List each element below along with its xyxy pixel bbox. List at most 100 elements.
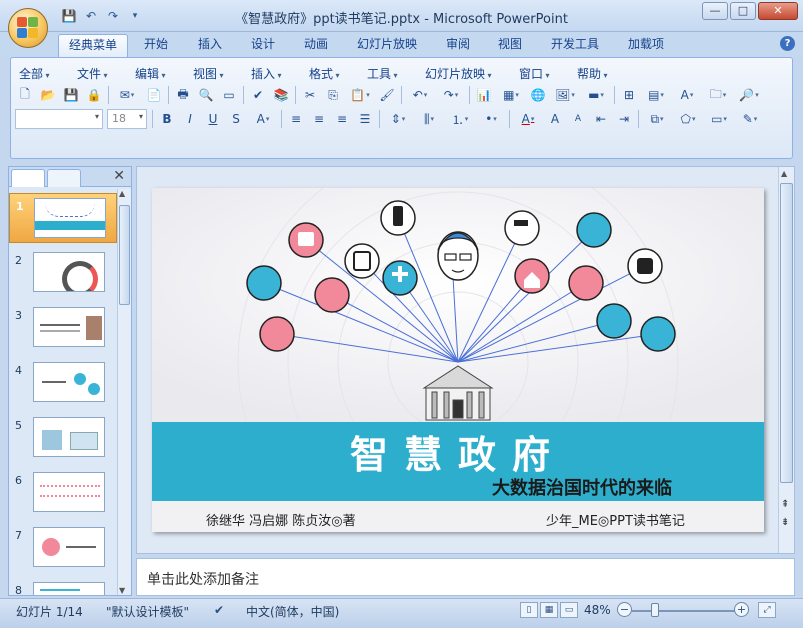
shape-fill-icon[interactable]: ▭	[705, 109, 733, 129]
research-icon[interactable]: 📚	[271, 85, 291, 105]
menu-all[interactable]: 全部	[19, 65, 50, 82]
slideshow-view-button[interactable]: ▭	[560, 602, 578, 618]
spellcheck-icon[interactable]: ✔	[214, 603, 224, 617]
slide-scrollbar[interactable]: ▲ ⇞ ⇟	[778, 167, 794, 553]
tab-outline[interactable]	[47, 169, 81, 187]
format-painter-icon[interactable]: 🖌	[377, 85, 397, 105]
print-preview-icon[interactable]: 🔍	[196, 85, 216, 105]
help-icon[interactable]: ?	[780, 36, 795, 51]
zoom-slider-track[interactable]	[632, 610, 736, 612]
slide-canvas[interactable]: 智慧政府 大数据治国时代的来临 徐继华 冯启娜 陈贞汝◎著 少年_ME◎PPT读…	[152, 188, 764, 532]
font-size-combo[interactable]: 18	[107, 109, 147, 129]
menu-file[interactable]: 文件	[77, 65, 108, 82]
copy-icon[interactable]: ⎘	[323, 85, 343, 105]
paste-icon[interactable]: 📋	[346, 85, 374, 105]
menu-help[interactable]: 帮助	[577, 65, 608, 82]
notes-pane[interactable]: 单击此处添加备注	[136, 558, 795, 596]
color-grayscale-icon[interactable]: ▬	[582, 85, 610, 105]
slide-layout-icon[interactable]: ▭	[219, 85, 239, 105]
slide-sorter-button[interactable]: ▦	[540, 602, 558, 618]
slide-thumbnail-4[interactable]: 4	[9, 358, 117, 408]
minimize-button[interactable]: —	[702, 2, 728, 20]
shadow-button[interactable]: S	[226, 109, 246, 129]
layout-icon[interactable]: ▤	[642, 85, 670, 105]
maximize-button[interactable]: □	[730, 2, 756, 20]
next-slide-icon[interactable]: ⇟	[781, 517, 789, 528]
picture-icon[interactable]: 🖼	[551, 85, 579, 105]
slide-authors[interactable]: 徐继华 冯启娜 陈贞汝◎著	[206, 510, 356, 529]
increase-indent-icon[interactable]: ⇥	[614, 109, 634, 129]
thumbnail-scrollbar[interactable]: ▲ ▼	[117, 189, 131, 595]
zoom-out-button[interactable]: −	[617, 602, 632, 617]
tab-view[interactable]: 视图	[488, 34, 532, 57]
close-panel-icon[interactable]: ✕	[113, 168, 125, 184]
columns-icon[interactable]: ⫼	[415, 109, 443, 129]
new-document-icon[interactable]: 🗋	[15, 85, 35, 105]
language-status[interactable]: 中文(简体，中国)	[246, 603, 339, 620]
slide-thumbnail-2[interactable]: 2	[9, 248, 117, 298]
font-color-icon[interactable]: A	[514, 109, 542, 129]
slide-thumbnail-5[interactable]: 5	[9, 413, 117, 463]
slide-title[interactable]: 智慧政府	[152, 424, 764, 479]
cut-icon[interactable]: ✂	[300, 85, 320, 105]
slide-thumbnail-3[interactable]: 3	[9, 303, 117, 353]
slide-thumbnail-1[interactable]: 1	[9, 193, 117, 243]
spelling-icon[interactable]: ✔	[248, 85, 268, 105]
redo-icon[interactable]: ↷	[437, 85, 465, 105]
character-spacing-button[interactable]: A	[249, 109, 277, 129]
undo-icon[interactable]: ↶	[406, 85, 434, 105]
tab-review[interactable]: 审阅	[436, 34, 480, 57]
italic-button[interactable]: I	[180, 109, 200, 129]
slide-thumbnail-7[interactable]: 7	[9, 523, 117, 573]
slide-thumbnail-8[interactable]: 8	[9, 578, 117, 595]
shapes-icon[interactable]: ⬠	[674, 109, 702, 129]
scroll-thumb[interactable]	[119, 205, 130, 305]
menu-tools[interactable]: 工具	[367, 65, 398, 82]
print-icon[interactable]: 🖶	[173, 85, 193, 105]
close-button[interactable]: ✕	[758, 2, 798, 20]
hyperlink-icon[interactable]: 🌐	[528, 85, 548, 105]
bold-button[interactable]: B	[157, 109, 177, 129]
underline-button[interactable]: U	[203, 109, 223, 129]
slide-credit[interactable]: 少年_ME◎PPT读书笔记	[546, 510, 685, 529]
chart-icon[interactable]: 📊	[474, 85, 494, 105]
menu-window[interactable]: 窗口	[519, 65, 550, 82]
menu-view[interactable]: 视图	[193, 65, 224, 82]
align-left-icon[interactable]: ≡	[286, 109, 306, 129]
tab-slides[interactable]	[11, 169, 45, 187]
fit-to-window-button[interactable]: ⤢	[758, 602, 776, 618]
shrink-font-icon[interactable]: A	[568, 109, 588, 129]
menu-edit[interactable]: 编辑	[135, 65, 166, 82]
align-center-icon[interactable]: ≡	[309, 109, 329, 129]
folder-icon[interactable]: 🗀	[704, 85, 732, 105]
find-icon[interactable]: 🔎	[735, 85, 763, 105]
tab-home[interactable]: 开始	[134, 34, 178, 57]
grow-font-icon[interactable]: A	[545, 109, 565, 129]
numbering-icon[interactable]: ⒈	[446, 109, 474, 129]
menu-format[interactable]: 格式	[309, 65, 340, 82]
new-slide-icon[interactable]: ⊞	[619, 85, 639, 105]
previous-slide-icon[interactable]: ⇞	[781, 499, 789, 510]
publish-icon[interactable]: 📄	[144, 85, 164, 105]
tab-classic-menu[interactable]: 经典菜单	[58, 34, 129, 57]
font-name-combo[interactable]	[15, 109, 103, 129]
tab-insert[interactable]: 插入	[188, 34, 232, 57]
decrease-indent-icon[interactable]: ⇤	[591, 109, 611, 129]
tab-addins[interactable]: 加载项	[618, 34, 674, 57]
text-direction-icon[interactable]: ⇕	[384, 109, 412, 129]
save-icon[interactable]: 💾	[61, 85, 81, 105]
menu-slideshow[interactable]: 幻灯片放映	[425, 65, 492, 82]
table-icon[interactable]: ▦	[497, 85, 525, 105]
zoom-in-button[interactable]: +	[734, 602, 749, 617]
scroll-thumb[interactable]	[780, 183, 793, 483]
tab-slideshow[interactable]: 幻灯片放映	[347, 34, 427, 57]
bullets-icon[interactable]: •	[477, 109, 505, 129]
tab-animation[interactable]: 动画	[294, 34, 338, 57]
office-button[interactable]	[8, 8, 48, 48]
justify-icon[interactable]: ☰	[355, 109, 375, 129]
arrange-icon[interactable]: ⧉	[643, 109, 671, 129]
email-icon[interactable]: ✉	[113, 85, 141, 105]
zoom-slider-thumb[interactable]	[651, 603, 659, 617]
theme-name[interactable]: "默认设计模板"	[106, 603, 189, 620]
textbox-icon[interactable]: A	[673, 85, 701, 105]
